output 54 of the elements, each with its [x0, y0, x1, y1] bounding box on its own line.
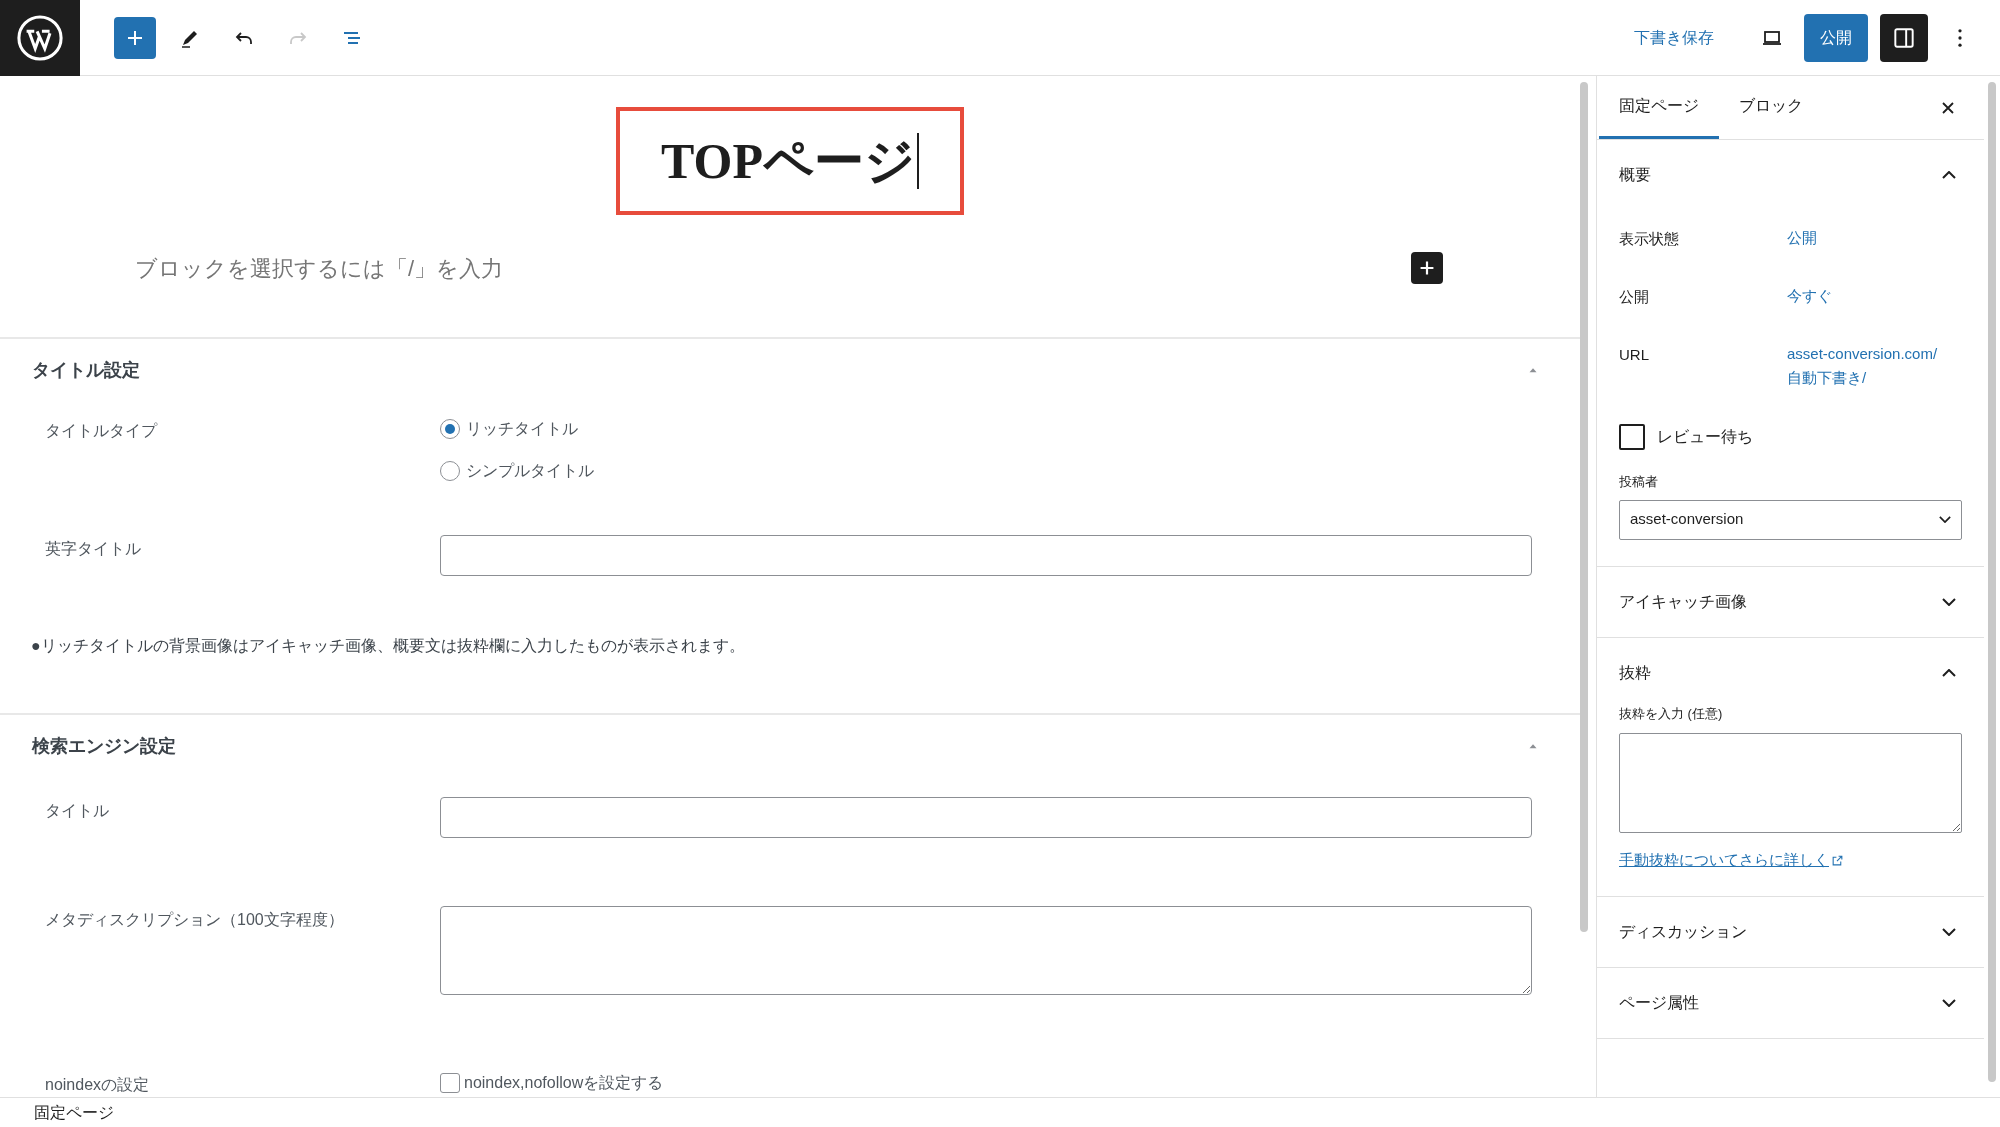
radio-button[interactable] — [440, 419, 460, 439]
block-placeholder-text[interactable]: ブロックを選択するには「/」を入力 — [135, 251, 504, 285]
excerpt-help-link[interactable]: 手動抜粋についてさらに詳しく — [1619, 849, 1844, 872]
panel-title: 概要 — [1619, 165, 1651, 185]
panel-toggle[interactable]: アイキャッチ画像 — [1619, 566, 1962, 637]
more-vertical-icon — [1958, 28, 1962, 47]
summary-value-link[interactable]: 公開 — [1787, 226, 1942, 286]
radio-option[interactable]: リッチタイトル — [440, 417, 1532, 441]
textarea-field[interactable] — [440, 906, 1532, 995]
settings-sidebar-button[interactable] — [1880, 13, 1928, 62]
text-input-field[interactable] — [440, 797, 1532, 838]
panel-title: ディスカッション — [1619, 921, 1747, 942]
author-select[interactable]: asset-conversion — [1619, 499, 1962, 540]
sidebar-tab[interactable]: 固定ページ — [1599, 76, 1719, 139]
checkbox-option[interactable]: noindex,nofollowを設定する — [440, 1071, 1532, 1095]
external-link-icon — [1831, 853, 1844, 867]
add-block-button[interactable] — [1411, 252, 1443, 284]
radio-button[interactable] — [440, 461, 460, 481]
author-label: 投稿者 — [1619, 473, 1659, 491]
summary-label: 表示状態 — [1619, 229, 1680, 249]
text-input-field[interactable] — [440, 535, 1532, 576]
field-label: 英字タイトル — [45, 539, 142, 559]
summary-value-link[interactable]: asset-conversion.com/自動下書き/ — [1787, 342, 1942, 402]
radio-option[interactable]: シンプルタイトル — [440, 459, 1532, 483]
panel-title: アイキャッチ画像 — [1619, 591, 1747, 612]
review-checkbox-option[interactable]: レビュー待ち — [1619, 424, 1962, 450]
excerpt-field[interactable] — [1619, 733, 1962, 833]
panel-title: ページ属性 — [1619, 992, 1699, 1013]
field-label: タイトルタイプ — [45, 421, 159, 441]
publish-button[interactable]: 公開 — [1804, 13, 1868, 62]
save-draft-button[interactable]: 下書き保存 — [1626, 16, 1722, 59]
logo[interactable] — [0, 0, 80, 76]
breadcrumb-link[interactable]: 固定ページ — [34, 1100, 114, 1125]
summary-value-link[interactable]: 今すぐ — [1787, 284, 1942, 344]
metabox-title: タイトル設定 — [32, 358, 140, 382]
summary-label: URL — [1619, 345, 1650, 365]
scrollbar[interactable] — [1580, 82, 1588, 932]
note-text: ●リッチタイトルの背景画像はアイキャッチ画像、概要文は抜粋欄に入力したものが表示されます。 — [31, 636, 746, 656]
field-label: noindexの設定 — [45, 1075, 151, 1095]
panel-title: 抜粋 — [1619, 662, 1651, 683]
panel-toggle[interactable]: 概要 — [1619, 140, 1962, 210]
summary-label: 公開 — [1619, 287, 1650, 307]
field-label: タイトル — [45, 801, 110, 821]
panel-toggle[interactable]: ページ属性 — [1619, 967, 1962, 1038]
panel-toggle[interactable]: ディスカッション — [1619, 896, 1962, 967]
page-title-field[interactable]: TOPページ — [661, 133, 919, 189]
metabox-title: 検索エンジン設定 — [32, 734, 176, 758]
sidebar-tab[interactable]: ブロック — [1719, 76, 1823, 139]
chevron-down-icon — [1939, 516, 1951, 523]
field-label: メタディスクリプション（100文字程度） — [45, 910, 345, 930]
checkbox[interactable] — [1619, 424, 1645, 450]
checkbox[interactable] — [440, 1073, 460, 1093]
wordpress-logo-icon — [17, 14, 63, 61]
scrollbar[interactable] — [1988, 82, 1996, 1082]
